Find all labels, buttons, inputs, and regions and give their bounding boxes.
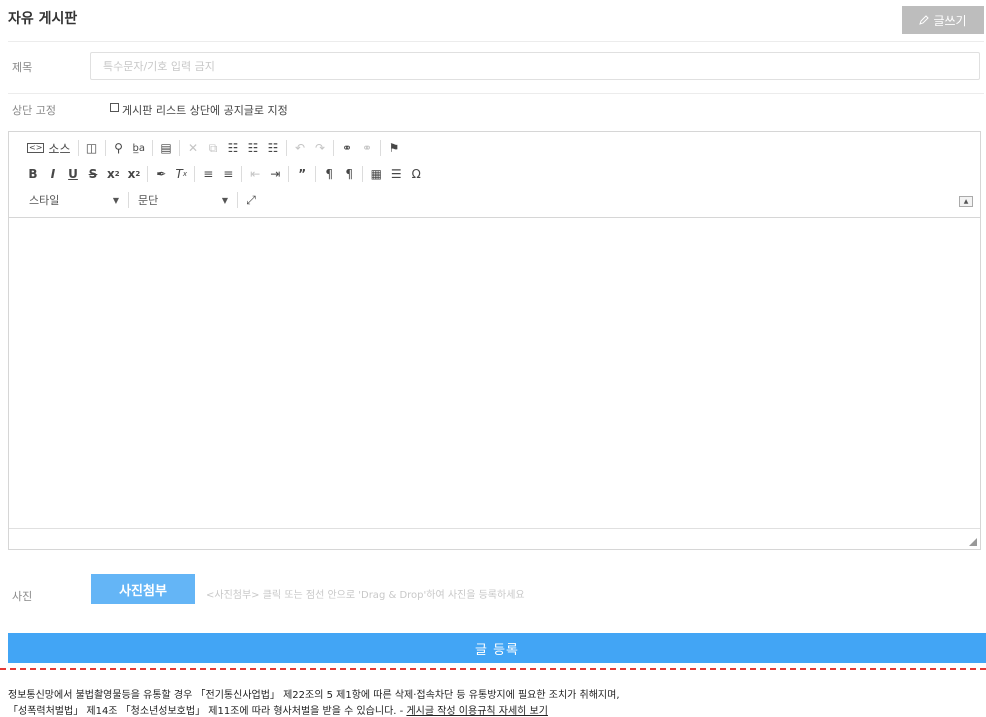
- maximize-icon[interactable]: ⤢: [241, 190, 261, 210]
- attach-photo-button[interactable]: 사진첨부: [91, 574, 195, 604]
- bulleted-list-icon[interactable]: ≡: [218, 164, 238, 184]
- preview-icon[interactable]: ◫: [82, 138, 102, 158]
- underline-icon[interactable]: U: [63, 164, 83, 184]
- copy-format-icon[interactable]: ✒: [151, 164, 171, 184]
- cut-icon[interactable]: ✕: [183, 138, 203, 158]
- dashed-divider: [0, 668, 986, 670]
- link-icon[interactable]: ⚭: [337, 138, 357, 158]
- strikethrough-icon[interactable]: S: [83, 164, 103, 184]
- numbered-list-icon[interactable]: ≡: [198, 164, 218, 184]
- pin-checkbox-label[interactable]: 게시판 리스트 상단에 공지글로 지정: [122, 102, 288, 118]
- legal-notice-line-2: 「성폭력처벌법」 제14조 「청소년성보호법」 제11조에 따라 형사처벌을 받…: [8, 702, 548, 717]
- bold-icon[interactable]: B: [23, 164, 43, 184]
- unlink-icon[interactable]: ⚭: [357, 138, 377, 158]
- indent-icon[interactable]: ⇥: [265, 164, 285, 184]
- toolbar-row-3: 스타일 ▼ 문단 ▼ ⤢: [23, 190, 261, 210]
- divider: [8, 41, 984, 42]
- replace-icon[interactable]: b̲a: [129, 138, 149, 158]
- legal-notice-text: 「성폭력처벌법」 제14조 「청소년성보호법」 제11조에 따라 형사처벌을 받…: [8, 706, 407, 717]
- horizontal-line-icon[interactable]: ☰: [386, 164, 406, 184]
- rtl-icon[interactable]: ¶: [339, 164, 359, 184]
- undo-icon[interactable]: ↶: [290, 138, 310, 158]
- divider: [8, 93, 984, 94]
- italic-icon[interactable]: I: [43, 164, 63, 184]
- anchor-flag-icon[interactable]: ⚑: [384, 138, 404, 158]
- find-icon[interactable]: ⚲: [109, 138, 129, 158]
- subscript-icon[interactable]: x2: [103, 164, 124, 184]
- paragraph-dropdown[interactable]: 문단 ▼: [132, 190, 234, 210]
- title-label: 제목: [12, 61, 33, 74]
- editor-toolbar: <> 소스 ◫ ⚲ b̲a ▤ ✕ ⧉ ☷ ☷ ☷ ↶ ↷ ⚭ ⚭ ⚑ B I …: [9, 132, 980, 218]
- special-char-icon[interactable]: Ω: [406, 164, 426, 184]
- triangle-up-icon: ▲: [963, 198, 969, 205]
- posting-rules-link[interactable]: 게시글 작성 이용규칙 자세히 보기: [406, 706, 548, 717]
- collapse-toolbar-button[interactable]: ▲: [959, 196, 973, 207]
- title-input[interactable]: [90, 52, 980, 80]
- outdent-icon[interactable]: ⇤: [245, 164, 265, 184]
- remove-format-icon[interactable]: Tx: [171, 164, 191, 184]
- source-button-label: 소스: [48, 141, 71, 156]
- blockquote-icon[interactable]: ”: [292, 164, 312, 184]
- redo-icon[interactable]: ↷: [310, 138, 330, 158]
- source-icon: <>: [27, 143, 45, 153]
- drag-drop-hint: <사진첨부> 클릭 또는 점선 안으로 'Drag & Drop'하여 사진을 …: [206, 590, 525, 601]
- toolbar-row-2: B I U S x2 x2 ✒ Tx ≡ ≡ ⇤ ⇥ ” ¶ ¶ ▦ ☰ Ω: [23, 164, 426, 184]
- template-icon[interactable]: ▤: [156, 138, 176, 158]
- paragraph-dropdown-label: 문단: [138, 194, 159, 207]
- ltr-icon[interactable]: ¶: [319, 164, 339, 184]
- pin-checkbox[interactable]: [110, 103, 119, 112]
- rich-text-editor: <> 소스 ◫ ⚲ b̲a ▤ ✕ ⧉ ☷ ☷ ☷ ↶ ↷ ⚭ ⚭ ⚑ B I …: [8, 131, 981, 550]
- page-title: 자유 게시판: [8, 11, 78, 27]
- table-icon[interactable]: ▦: [366, 164, 386, 184]
- write-button-label: 글쓰기: [933, 13, 967, 28]
- photo-label: 사진: [12, 590, 33, 603]
- superscript-icon[interactable]: x2: [124, 164, 145, 184]
- paste-text-icon[interactable]: ☷: [243, 138, 263, 158]
- style-dropdown-label: 스타일: [29, 194, 60, 207]
- style-dropdown[interactable]: 스타일 ▼: [23, 190, 125, 210]
- chevron-down-icon: ▼: [112, 195, 119, 205]
- paste-icon[interactable]: ☷: [223, 138, 243, 158]
- paste-word-icon[interactable]: ☷: [263, 138, 283, 158]
- pencil-icon: [919, 15, 930, 25]
- source-button[interactable]: <> 소스: [23, 138, 75, 158]
- toolbar-row-1: <> 소스 ◫ ⚲ b̲a ▤ ✕ ⧉ ☷ ☷ ☷ ↶ ↷ ⚭ ⚭ ⚑: [23, 138, 404, 158]
- write-button[interactable]: 글쓰기: [902, 6, 984, 34]
- submit-button[interactable]: 글 등록: [8, 633, 986, 663]
- editor-footer: [9, 528, 980, 549]
- editor-content-area[interactable]: [9, 218, 980, 530]
- legal-notice-line-1: 정보통신망에서 불법촬영물등을 유통할 경우 「전기통신사업법」 제22조의 5…: [8, 690, 620, 701]
- chevron-down-icon: ▼: [221, 195, 228, 205]
- resize-grip-icon[interactable]: [969, 538, 977, 546]
- pin-label: 상단 고정: [12, 104, 56, 117]
- copy-icon[interactable]: ⧉: [203, 138, 223, 158]
